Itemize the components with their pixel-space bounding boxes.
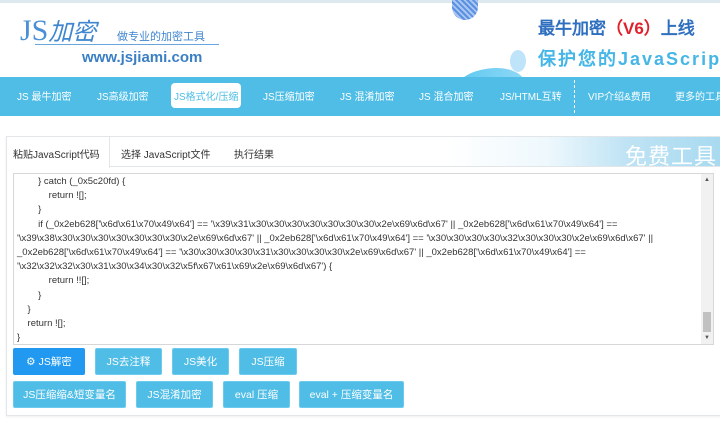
code-line: return ![]; [17, 318, 66, 330]
button-label: JS解密 [38, 356, 72, 368]
ad-line1[interactable]: 最牛加密（V6）上线 [538, 14, 695, 39]
ad-line2: 保护您的JavaScript [538, 49, 720, 69]
code-line: return !![]; [17, 275, 90, 287]
code-line: return ![]; [17, 190, 87, 202]
scrollbar[interactable]: ▲ ▼ [701, 174, 713, 344]
nav-divider [574, 80, 575, 113]
nav-item[interactable]: JS 混合加密 [419, 88, 473, 103]
scroll-up-icon[interactable]: ▲ [704, 177, 710, 183]
tab-select-file[interactable]: 选择 JavaScript文件 [121, 146, 210, 161]
decrypt-button[interactable]: ⚙ JS解密 [13, 348, 85, 375]
obfuscate-button[interactable]: JS混淆加密 [136, 381, 213, 408]
remove-comments-button[interactable]: JS去注释 [95, 348, 162, 375]
code-line: '\x32\x32\x32\x30\x31\x30\x34\x30\x32\x5… [17, 261, 333, 273]
nav-item[interactable]: JS高级加密 [97, 88, 149, 103]
logo-underline [35, 44, 219, 45]
gear-icon: ⚙ [26, 355, 36, 368]
scroll-down-icon[interactable]: ▼ [704, 335, 710, 341]
nav-item-active[interactable]: JS格式化/压缩 [171, 83, 242, 108]
top-border [0, 0, 720, 3]
ad-text: 最牛加密 [538, 19, 606, 38]
code-line: } [17, 303, 31, 315]
nav-item[interactable]: VIP介绍&费用 [588, 88, 651, 103]
ad-text: 上线 [660, 19, 695, 38]
eval-compress-button[interactable]: eval 压缩 [223, 381, 290, 408]
code-content: } catch (_0x5c20fd) { return ![]; } if (… [17, 175, 697, 344]
site-url: www.jsjiami.com [82, 49, 203, 66]
nav-item[interactable]: 更多的工具 [675, 88, 720, 103]
nav-item[interactable]: JS 最牛加密 [17, 88, 71, 103]
scroll-thumb[interactable] [703, 312, 711, 332]
code-line: '\x39\x38\x30\x30\x30\x30\x30\x30\x30\x2… [17, 232, 654, 244]
logo-latin: JS [20, 14, 49, 47]
compress-button[interactable]: JS压缩 [239, 348, 297, 375]
tab-result[interactable]: 执行结果 [234, 146, 274, 161]
code-line: if (_0x2eb628['\x6d\x61\x70\x49\x64'] ==… [17, 218, 618, 230]
logo[interactable]: JS加密 [20, 12, 96, 48]
code-line: } [17, 204, 42, 216]
tab-paste-code[interactable]: 粘贴JavaScript代码 [7, 137, 110, 168]
decor-bubble [510, 50, 526, 72]
logo-cn: 加密 [48, 20, 97, 46]
nav-item[interactable]: JS/HTML互转 [500, 88, 562, 103]
compress-shorten-button[interactable]: JS压缩缩&短变量名 [13, 381, 126, 408]
beautify-button[interactable]: JS美化 [172, 348, 229, 375]
nav-item[interactable]: JS压缩加密 [263, 88, 315, 103]
code-line: _0x2eb628['\x6d\x61\x70\x49\x64'] == '\x… [17, 247, 586, 259]
tab-bar: 粘贴JavaScript代码 选择 JavaScript文件 执行结果 免费工具 [7, 137, 720, 169]
code-line: } catch (_0x5c20fd) { [17, 176, 126, 187]
free-tools-banner: 免费工具 [624, 144, 717, 169]
decor-bubble [452, 0, 478, 20]
slogan: 做专业的加密工具 [117, 31, 205, 43]
main-nav: JS 最牛加密 JS高级加密 JS格式化/压缩 JS压缩加密 JS 混淆加密 J… [0, 77, 720, 116]
code-line: } [17, 332, 21, 344]
tool-panel: 粘贴JavaScript代码 选择 JavaScript文件 执行结果 免费工具… [6, 136, 720, 416]
code-textarea[interactable]: } catch (_0x5c20fd) { return ![]; } if (… [13, 173, 714, 345]
nav-item[interactable]: JS 混淆加密 [340, 88, 394, 103]
ad-version: （V6） [606, 19, 661, 38]
code-line: } [17, 289, 42, 301]
eval-compress-rename-button[interactable]: eval + 压缩变量名 [299, 381, 404, 408]
